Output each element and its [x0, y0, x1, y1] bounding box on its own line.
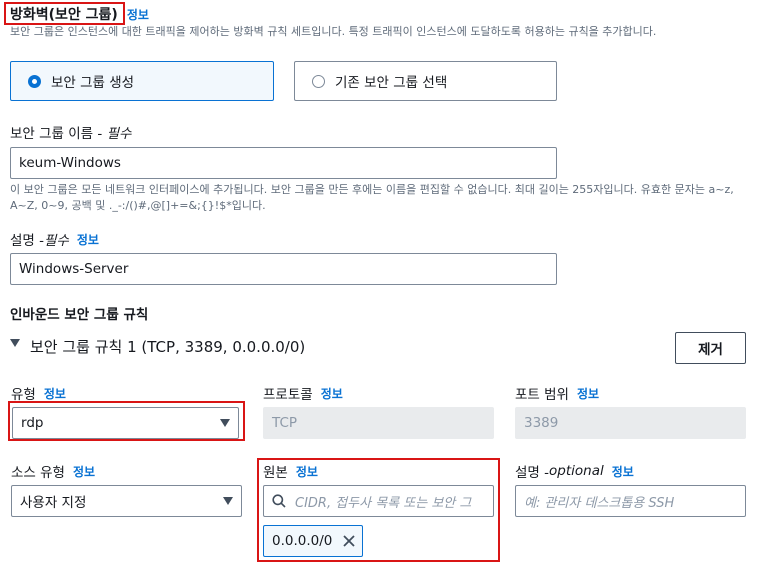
protocol-input: TCP [263, 407, 494, 439]
sg-name-label: 보안 그룹 이름 - 필수 [10, 122, 131, 142]
source-highlight [257, 458, 500, 562]
rule-desc-info-link[interactable]: 정보 [612, 463, 634, 480]
section-description: 보안 그룹은 인스턴스에 대한 트래픽을 제어하는 방화벽 규칙 세트입니다. … [10, 25, 657, 38]
port-range-label: 포트 범위 정보 [515, 383, 599, 404]
section-info-link[interactable]: 정보 [127, 6, 149, 23]
option-create-security-group[interactable]: 보안 그룹 생성 [10, 61, 274, 101]
source-type-info-link[interactable]: 정보 [73, 463, 95, 480]
option-create-label: 보안 그룹 생성 [51, 75, 135, 91]
rule-expander[interactable]: 보안 그룹 규칙 1 (TCP, 3389, 0.0.0.0/0) [10, 336, 305, 356]
rule-desc-placeholder: 예: 관리자 데스크톱용 SSH [524, 495, 675, 511]
sg-desc-info-link[interactable]: 정보 [77, 231, 99, 248]
sg-desc-label-text: 설명 - [10, 233, 45, 249]
option-existing-security-group[interactable]: 기존 보안 그룹 선택 [294, 61, 557, 101]
port-range-label-text: 포트 범위 [515, 387, 569, 403]
rule-desc-input[interactable]: 예: 관리자 데스크톱용 SSH [515, 485, 746, 517]
sg-name-input[interactable]: keum-Windows [10, 147, 557, 179]
caret-down-icon [10, 339, 20, 347]
type-label-text: 유형 [11, 387, 36, 403]
port-range-info-link[interactable]: 정보 [577, 385, 599, 402]
inbound-rules-title: 인바운드 보안 그룹 규칙 [10, 307, 149, 323]
protocol-label: 프로토콜 정보 [263, 383, 343, 404]
sg-name-required: 필수 [106, 126, 132, 142]
protocol-value: TCP [272, 415, 298, 431]
rule-desc-optional: optional [549, 463, 604, 479]
rule-title: 보안 그룹 규칙 1 (TCP, 3389, 0.0.0.0/0) [30, 337, 306, 356]
type-label: 유형 정보 [11, 383, 66, 404]
sg-name-hint: 이 보안 그룹은 모든 네트워크 인터페이스에 추가됩니다. 보안 그룹을 만든… [10, 183, 734, 212]
sg-name-label-text: 보안 그룹 이름 - [10, 126, 107, 142]
source-type-value: 사용자 지정 [20, 495, 87, 511]
remove-button-label: 제거 [698, 342, 723, 358]
radio-selected-icon [28, 74, 41, 88]
protocol-info-link[interactable]: 정보 [321, 385, 343, 402]
port-range-input: 3389 [515, 407, 746, 439]
rule-desc-label-text: 설명 - [515, 465, 550, 481]
source-type-label-text: 소스 유형 [11, 465, 65, 481]
source-type-select[interactable]: 사용자 지정 [11, 485, 242, 517]
port-range-value: 3389 [524, 415, 559, 431]
title-highlight [4, 2, 125, 25]
protocol-label-text: 프로토콜 [263, 387, 313, 403]
sg-desc-input[interactable]: Windows-Server [10, 253, 557, 285]
option-existing-label: 기존 보안 그룹 선택 [335, 75, 448, 91]
type-info-link[interactable]: 정보 [44, 385, 66, 402]
sg-desc-value: Windows-Server [19, 261, 129, 277]
sg-desc-label: 설명 - 필수 정보 [10, 229, 99, 250]
remove-button[interactable]: 제거 [675, 332, 746, 364]
radio-unselected-icon [312, 74, 325, 88]
source-type-label: 소스 유형 정보 [11, 461, 95, 482]
dropdown-caret-icon [223, 497, 233, 505]
type-highlight [8, 401, 245, 441]
sg-desc-required: 필수 [44, 233, 69, 249]
rule-desc-label: 설명 - optional 정보 [515, 461, 634, 481]
sg-name-value: keum-Windows [19, 155, 121, 171]
